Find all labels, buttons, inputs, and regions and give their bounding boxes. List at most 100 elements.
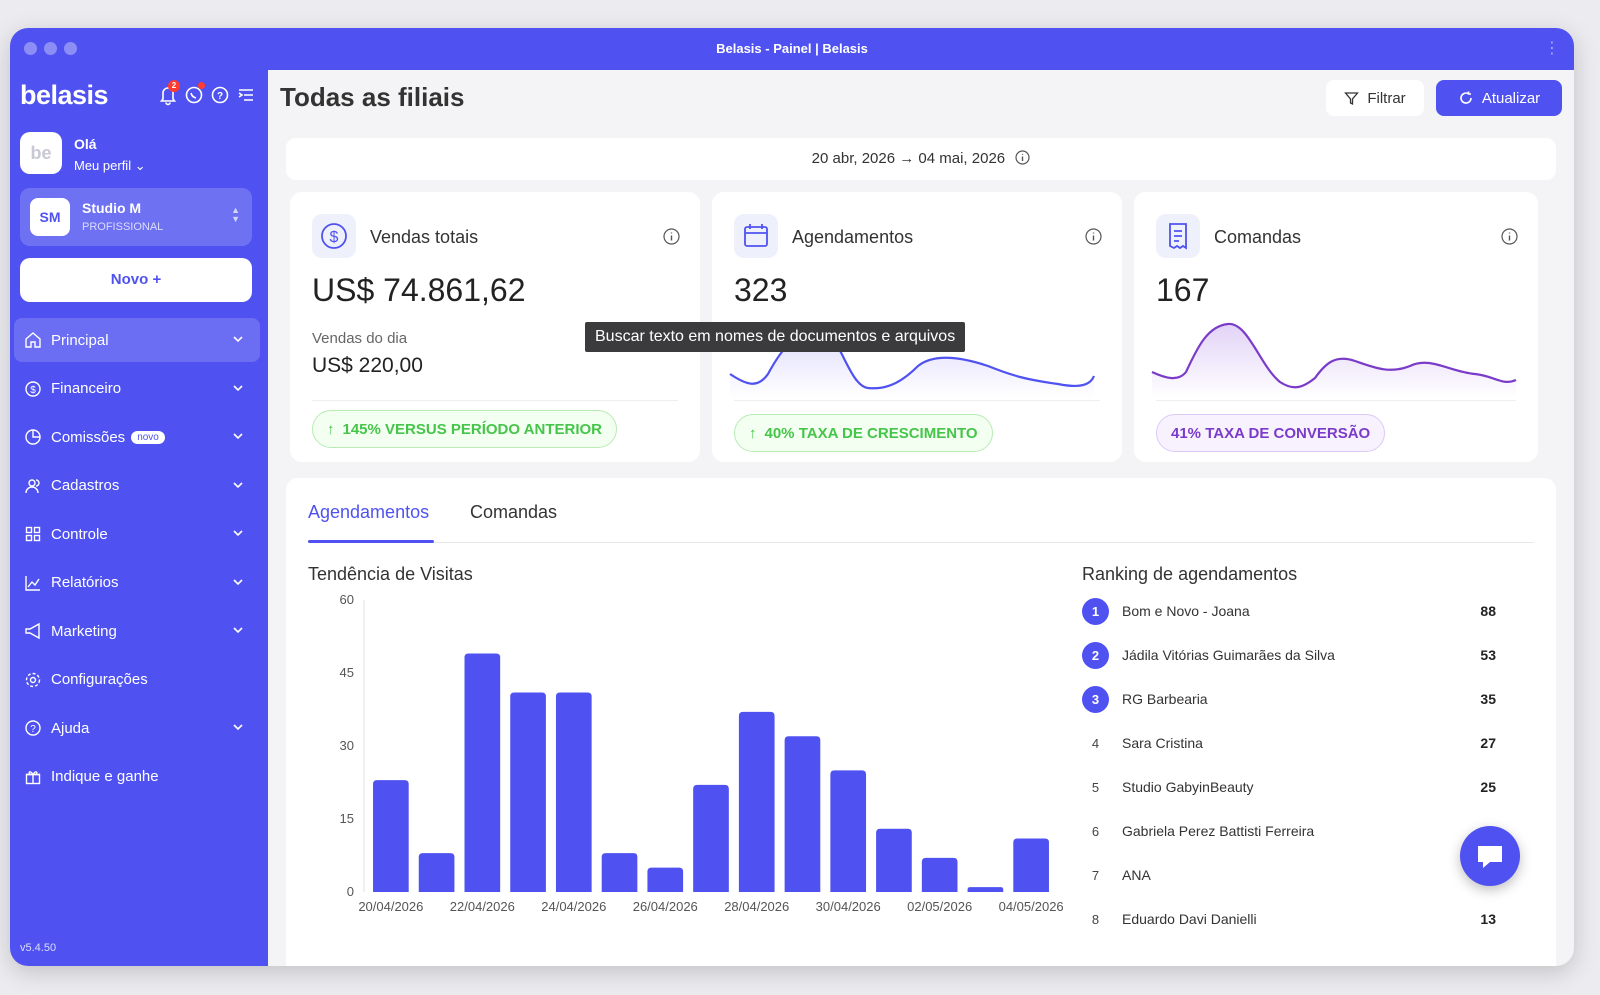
pie-chart-icon [25, 429, 41, 445]
sidebar-item-comissoes[interactable]: Comissões novo [14, 415, 260, 459]
svg-text:?: ? [30, 724, 36, 735]
bell-icon[interactable]: 2 [158, 80, 180, 106]
sidebar-item-indique-e-ganhe[interactable]: Indique e ganhe [14, 755, 260, 799]
tab-agendamentos[interactable]: Agendamentos [308, 502, 429, 523]
divider [1156, 400, 1516, 401]
y-tick-label: 0 [347, 884, 354, 899]
chart-bar[interactable] [738, 711, 775, 892]
details-panel: Agendamentos Comandas Tendência de Visit… [286, 478, 1556, 966]
sidebar-item-relatorios[interactable]: Relatórios [14, 561, 260, 605]
menu-collapse-icon[interactable] [236, 84, 256, 106]
chart-bar[interactable] [647, 867, 684, 892]
chart-bar[interactable] [1013, 838, 1049, 892]
chart-bar[interactable] [555, 692, 592, 892]
chevron-down-icon [233, 433, 243, 440]
tabs-divider [308, 542, 1534, 543]
info-icon[interactable] [663, 228, 680, 245]
sidebar-item-controle[interactable]: Controle [14, 512, 260, 556]
gear-icon [25, 672, 41, 687]
ranking-position: 5 [1091, 780, 1100, 795]
gift-icon [25, 770, 41, 784]
chart-bar[interactable] [784, 736, 821, 892]
ranking-row[interactable]: 5 Studio GabyinBeauty 25 [1082, 774, 1496, 802]
daily-sales-value: US$ 220,00 [312, 354, 423, 377]
chart-bar[interactable] [967, 887, 1004, 892]
ranking-row[interactable]: 2 Jádila Vitórias Guimarães da Silva 53 [1082, 642, 1496, 670]
arrow-up-icon: ↑ [327, 420, 335, 438]
y-tick-label: 15 [340, 811, 354, 826]
appointments-growth-badge: ↑ 40% TAXA DE CRESCIMENTO [734, 414, 993, 452]
chart-bar[interactable] [418, 853, 455, 892]
tab-comandas[interactable]: Comandas [470, 502, 557, 523]
x-tick-label: 02/05/2026 [907, 899, 972, 914]
sidebar-item-financeiro[interactable]: $ Financeiro [14, 367, 260, 411]
ranking-row[interactable]: 7 ANA [1082, 862, 1496, 890]
ranking-row[interactable]: 3 RG Barbearia 35 [1082, 686, 1496, 714]
orders-value: 167 [1156, 272, 1210, 308]
help-icon[interactable]: ? [210, 84, 230, 106]
ranking-row[interactable]: 8 Eduardo Davi Danielli 13 [1082, 906, 1496, 934]
title-bar: Belasis - Painel | Belasis ⋮ [10, 28, 1574, 70]
megaphone-icon [25, 622, 40, 640]
filter-button[interactable]: Filtrar [1326, 80, 1424, 116]
chat-support-button[interactable] [1460, 826, 1520, 886]
chart-bar[interactable] [601, 853, 638, 892]
chevron-down-icon [233, 336, 243, 343]
svg-text:?: ? [217, 91, 223, 102]
chart-bar[interactable] [830, 770, 867, 892]
appointments-value: 323 [734, 272, 788, 308]
my-profile-link[interactable]: Meu perfil ⌄ [74, 158, 146, 174]
belasis-logo[interactable]: belasis [20, 80, 109, 111]
sidebar-item-cadastros[interactable]: Cadastros [14, 464, 260, 508]
chart-bar[interactable] [510, 692, 546, 892]
refresh-icon [1460, 91, 1472, 104]
sidebar-item-ajuda[interactable]: ? Ajuda [14, 706, 260, 750]
chevron-down-icon [233, 384, 243, 391]
sidebar: belasis 2 ? be Olá Meu perfil ⌄ SM Studi… [10, 70, 268, 966]
whatsapp-icon[interactable] [184, 82, 205, 106]
home-icon [25, 332, 41, 348]
studio-selector[interactable]: SM Studio M PROFISSIONAL ▲ ▼ [20, 188, 252, 246]
sidebar-item-configuracoes[interactable]: Configurações [14, 658, 260, 702]
chart-bar[interactable] [693, 784, 729, 892]
card-title: Comandas [1214, 227, 1302, 247]
update-button[interactable]: Atualizar [1436, 80, 1562, 116]
sidebar-item-principal[interactable]: Principal [14, 318, 260, 362]
y-tick-label: 60 [340, 592, 354, 607]
ranking-row[interactable]: 6 Gabriela Perez Battisti Ferreira [1082, 818, 1496, 846]
chevron-down-icon [233, 578, 243, 585]
sidebar-top-icons: 2 ? [158, 80, 256, 106]
whatsapp-dot-badge [198, 82, 205, 89]
info-icon[interactable] [1015, 150, 1030, 165]
info-icon[interactable] [1501, 228, 1518, 245]
chevron-down-icon [233, 530, 243, 537]
chat-icon [1478, 846, 1502, 868]
x-tick-label: 30/04/2026 [816, 899, 881, 914]
ranking-row[interactable]: 1 Bom e Novo - Joana 88 [1082, 598, 1496, 626]
window-menu-icon[interactable]: ⋮ [1544, 38, 1560, 58]
svg-text:$: $ [30, 385, 36, 396]
ranking-count: 25 [1480, 779, 1496, 795]
x-tick-label: 22/04/2026 [450, 899, 515, 914]
chart-bar[interactable] [921, 857, 958, 892]
chart-bar[interactable] [464, 653, 501, 892]
ranking-name: ANA [1122, 867, 1151, 883]
chart-bar[interactable] [876, 828, 912, 892]
daily-sales-label: Vendas do dia [312, 330, 408, 347]
date-range-picker[interactable]: 20 abr, 2026 → 04 mai, 2026 [286, 138, 1556, 180]
sidebar-item-label: Comissões [51, 428, 126, 446]
ranking-count: 13 [1480, 911, 1496, 927]
x-tick-label: 24/04/2026 [541, 899, 606, 914]
ranking-title: Ranking de agendamentos [1082, 564, 1298, 584]
studio-role: PROFISSIONAL [82, 221, 164, 233]
info-icon[interactable] [1085, 228, 1102, 245]
sidebar-item-marketing[interactable]: Marketing [14, 609, 260, 653]
window-title: Belasis - Painel | Belasis [716, 41, 868, 56]
ranking-name: Studio GabyinBeauty [1122, 779, 1254, 795]
chart-bar[interactable] [373, 780, 409, 892]
new-button[interactable]: Novo + [20, 258, 252, 302]
ranking-row[interactable]: 4 Sara Cristina 27 [1082, 730, 1496, 758]
search-tooltip: Buscar texto em nomes de documentos e ar… [585, 322, 966, 352]
update-label: Atualizar [1481, 89, 1541, 107]
sidebar-item-label: Configurações [51, 671, 148, 688]
